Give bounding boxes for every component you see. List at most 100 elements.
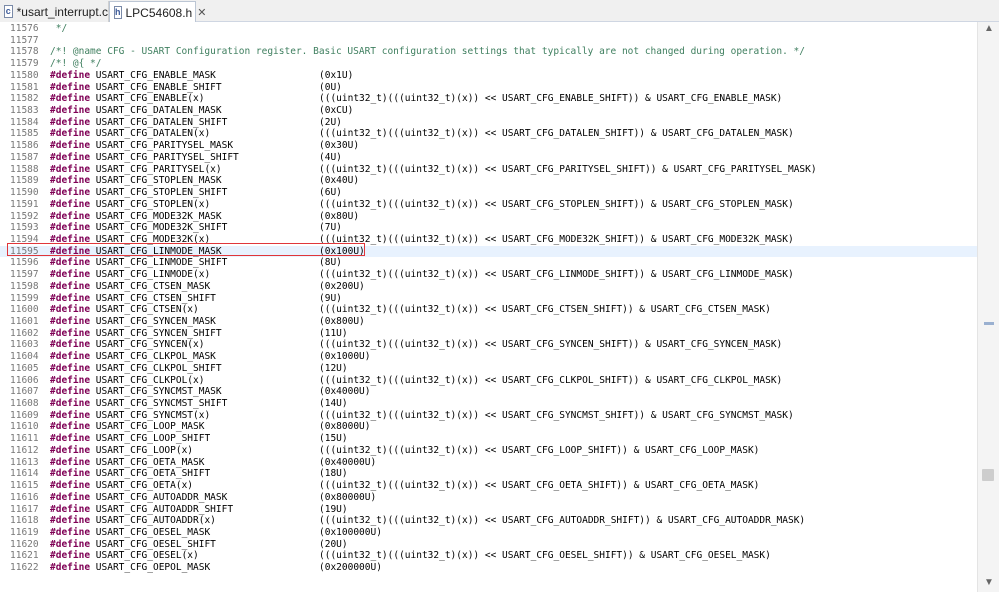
vertical-scrollbar[interactable]: ▲ ▼ bbox=[977, 22, 999, 592]
define-statement: #define USART_CFG_SYNCMST_SHIFT bbox=[50, 398, 227, 410]
define-keyword: #define bbox=[50, 175, 91, 187]
code-line[interactable]: 11617 #define USART_CFG_AUTOADDR_SHIFT (19… bbox=[0, 504, 977, 516]
code-line[interactable]: 11606 #define USART_CFG_CLKPOL(x) (((uint3… bbox=[0, 375, 977, 387]
define-statement: #define USART_CFG_CLKPOL(x) bbox=[50, 375, 204, 387]
line-number: 11580 bbox=[10, 69, 39, 81]
code-line[interactable]: 11612 #define USART_CFG_LOOP(x) (((uint32_… bbox=[0, 445, 977, 457]
define-statement: #define USART_CFG_STOPLEN(x) bbox=[50, 199, 210, 211]
define-statement: #define USART_CFG_LINMODE(x) bbox=[50, 269, 210, 281]
code-line[interactable]: 11589 #define USART_CFG_STOPLEN_MASK (0x40… bbox=[0, 175, 977, 187]
macro-value: (20U) bbox=[319, 538, 348, 550]
code-line[interactable]: 11614 #define USART_CFG_OETA_SHIFT (18U) bbox=[0, 468, 977, 480]
code-line[interactable]: 11603 #define USART_CFG_SYNCEN(x) (((uint3… bbox=[0, 339, 977, 351]
macro-value: (0U) bbox=[319, 81, 342, 93]
line-number: 11586 bbox=[10, 140, 39, 152]
code-line[interactable]: 11597 #define USART_CFG_LINMODE(x) (((uint… bbox=[0, 269, 977, 281]
line-number: 11606 bbox=[10, 374, 39, 386]
code-line[interactable]: 11590 #define USART_CFG_STOPLEN_SHIFT (6U) bbox=[0, 187, 977, 199]
macro-name: USART_CFG_SYNCMST_MASK bbox=[95, 386, 222, 398]
code-line[interactable]: 11601 #define USART_CFG_SYNCEN_MASK (0x800… bbox=[0, 316, 977, 328]
line-number: 11605 bbox=[10, 362, 39, 374]
line-number: 11619 bbox=[10, 526, 39, 538]
scroll-down-icon[interactable]: ▼ bbox=[978, 576, 999, 590]
code-line[interactable]: 11584 #define USART_CFG_DATALEN_SHIFT (2U) bbox=[0, 117, 977, 129]
define-keyword: #define bbox=[50, 526, 91, 538]
code-line[interactable]: 11611 #define USART_CFG_LOOP_SHIFT (15U) bbox=[0, 433, 977, 445]
code-line[interactable]: 11587 #define USART_CFG_PARITYSEL_SHIFT (4… bbox=[0, 152, 977, 164]
macro-value: (((uint32_t)(((uint32_t)(x)) << USART_CF… bbox=[319, 163, 817, 175]
code-line[interactable]: 11578 /*! @name CFG - USART Configuration… bbox=[0, 46, 977, 58]
code-line[interactable]: 11581 #define USART_CFG_ENABLE_SHIFT (0U) bbox=[0, 82, 977, 94]
code-line[interactable]: 11600 #define USART_CFG_CTSEN(x) (((uint32… bbox=[0, 304, 977, 316]
code-line[interactable]: 11580 #define USART_CFG_ENABLE_MASK (0x1U) bbox=[0, 70, 977, 82]
macro-name: USART_CFG_ENABLE_MASK bbox=[95, 69, 216, 81]
define-keyword: #define bbox=[50, 128, 91, 140]
code-line[interactable]: 11582 #define USART_CFG_ENABLE(x) (((uint3… bbox=[0, 93, 977, 105]
code-line[interactable]: 11598 #define USART_CFG_CTSEN_MASK (0x200U… bbox=[0, 281, 977, 293]
code-line[interactable]: 11583 #define USART_CFG_DATALEN_MASK (0xCU… bbox=[0, 105, 977, 117]
define-keyword: #define bbox=[50, 210, 91, 222]
code-line[interactable]: 11593 #define USART_CFG_MODE32K_SHIFT (7U) bbox=[0, 222, 977, 234]
define-keyword: #define bbox=[50, 198, 91, 210]
define-keyword: #define bbox=[50, 280, 91, 292]
macro-value: (0x40000U) bbox=[319, 456, 377, 468]
define-keyword: #define bbox=[50, 386, 91, 398]
code-line[interactable]: 11615 #define USART_CFG_OETA(x) (((uint32_… bbox=[0, 480, 977, 492]
code-line[interactable]: 11607 #define USART_CFG_SYNCMST_MASK (0x40… bbox=[0, 386, 977, 398]
tab-lpc54608-h[interactable]: h LPC54608.h ✕ bbox=[109, 1, 206, 23]
macro-value: (((uint32_t)(((uint32_t)(x)) << USART_CF… bbox=[319, 480, 760, 492]
macro-value: (0x100000U) bbox=[319, 526, 382, 538]
define-keyword: #define bbox=[50, 327, 91, 339]
scroll-thumb[interactable] bbox=[982, 469, 994, 481]
line-number: 11622 bbox=[10, 562, 39, 574]
macro-value: (4U) bbox=[319, 151, 342, 163]
define-keyword: #define bbox=[50, 538, 91, 550]
tab-usart-interrupt[interactable]: c *usart_interrupt.c bbox=[0, 1, 109, 22]
close-icon[interactable]: ✕ bbox=[197, 6, 206, 19]
code-line[interactable]: 11576 */ bbox=[0, 23, 977, 35]
macro-name: USART_CFG_AUTOADDR_MASK bbox=[95, 491, 228, 503]
code-line[interactable]: 11602 #define USART_CFG_SYNCEN_SHIFT (11U) bbox=[0, 328, 977, 340]
code-editor[interactable]: 11576 */11577 11578/*! @name CFG - USART … bbox=[0, 22, 977, 592]
define-keyword: #define bbox=[50, 421, 91, 433]
code-line[interactable]: 11604 #define USART_CFG_CLKPOL_MASK (0x100… bbox=[0, 351, 977, 363]
macro-value: (12U) bbox=[319, 362, 348, 374]
code-line[interactable]: 11621 #define USART_CFG_OESEL(x) (((uint32… bbox=[0, 550, 977, 562]
define-keyword: #define bbox=[50, 116, 91, 128]
line-number: 11617 bbox=[10, 503, 39, 515]
line-number: 11584 bbox=[10, 116, 39, 128]
define-statement: #define USART_CFG_PARITYSEL(x) bbox=[50, 164, 222, 176]
code-line[interactable]: 11619 #define USART_CFG_OESEL_MASK (0x1000… bbox=[0, 527, 977, 539]
code-line[interactable]: 11609 #define USART_CFG_SYNCMST(x) (((uint… bbox=[0, 410, 977, 422]
code-line[interactable]: 11592 #define USART_CFG_MODE32K_MASK (0x80… bbox=[0, 211, 977, 223]
code-line[interactable]: 11613 #define USART_CFG_OETA_MASK (0x40000… bbox=[0, 457, 977, 469]
code-line[interactable]: 11588 #define USART_CFG_PARITYSEL(x) (((ui… bbox=[0, 164, 977, 176]
code-line[interactable]: 11616 #define USART_CFG_AUTOADDR_MASK (0x8… bbox=[0, 492, 977, 504]
code-line[interactable]: 11620 #define USART_CFG_OESEL_SHIFT (20U) bbox=[0, 539, 977, 551]
code-line[interactable]: 11622 #define USART_CFG_OEPOL_MASK (0x2000… bbox=[0, 562, 977, 574]
code-line[interactable]: 11591 #define USART_CFG_STOPLEN(x) (((uint… bbox=[0, 199, 977, 211]
code-line[interactable]: 11605 #define USART_CFG_CLKPOL_SHIFT (12U) bbox=[0, 363, 977, 375]
macro-value: (((uint32_t)(((uint32_t)(x)) << USART_CF… bbox=[319, 339, 783, 351]
define-keyword: #define bbox=[50, 362, 91, 374]
code-line[interactable]: 11596 #define USART_CFG_LINMODE_SHIFT (8U) bbox=[0, 257, 977, 269]
define-statement: #define USART_CFG_LOOP(x) bbox=[50, 445, 193, 457]
line-number: 11599 bbox=[10, 292, 39, 304]
code-line[interactable]: 11579 /*! @{ */ bbox=[0, 58, 977, 70]
code-line[interactable]: 11618 #define USART_CFG_AUTOADDR(x) (((uin… bbox=[0, 515, 977, 527]
define-statement: #define USART_CFG_SYNCEN_SHIFT bbox=[50, 328, 222, 340]
code-line[interactable]: 11599 #define USART_CFG_CTSEN_SHIFT (9U) bbox=[0, 293, 977, 305]
code-line[interactable]: 11608 #define USART_CFG_SYNCMST_SHIFT (14U… bbox=[0, 398, 977, 410]
code-line[interactable]: 11610 #define USART_CFG_LOOP_MASK (0x8000U… bbox=[0, 421, 977, 433]
define-keyword: #define bbox=[50, 269, 91, 281]
code-line[interactable]: 11585 #define USART_CFG_DATALEN(x) (((uint… bbox=[0, 128, 977, 140]
macro-name: USART_CFG_CLKPOL_SHIFT bbox=[95, 362, 222, 374]
code-line[interactable]: 11586 #define USART_CFG_PARITYSEL_MASK (0x… bbox=[0, 140, 977, 152]
scroll-up-icon[interactable]: ▲ bbox=[978, 22, 999, 36]
macro-value: (((uint32_t)(((uint32_t)(x)) << USART_CF… bbox=[319, 550, 771, 562]
macro-name: USART_CFG_DATALEN(x) bbox=[95, 128, 211, 140]
code-line[interactable]: 11577 bbox=[0, 35, 977, 47]
define-keyword: #define bbox=[50, 151, 91, 163]
macro-name: USART_CFG_SYNCMST_SHIFT bbox=[95, 398, 228, 410]
overview-ruler-mark[interactable] bbox=[984, 322, 994, 325]
